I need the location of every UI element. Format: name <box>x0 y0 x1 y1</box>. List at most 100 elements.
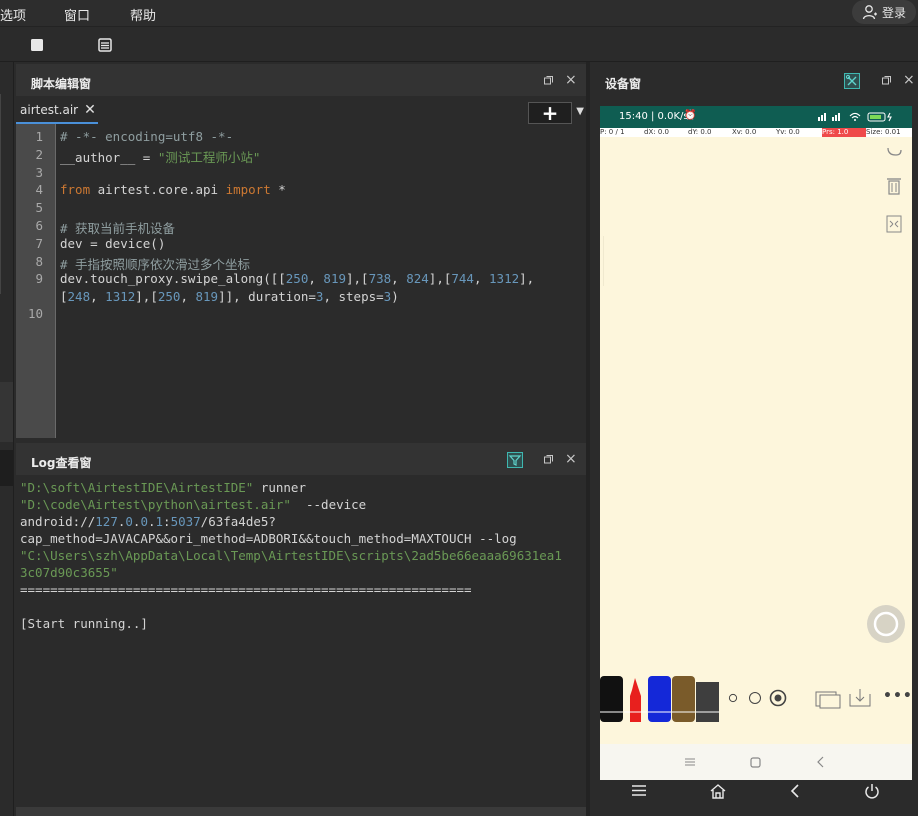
ptr-yv: Yv: 0.0 <box>776 128 800 136</box>
line-number: 8 <box>35 254 43 269</box>
toolbar <box>0 26 918 62</box>
expand-icon[interactable] <box>886 215 902 233</box>
menubar: 选项 窗口 帮助 登录 <box>0 0 918 26</box>
left-dock-strip <box>0 62 14 816</box>
tab-close-icon[interactable]: ✕ <box>84 102 96 118</box>
menu-help[interactable]: 帮助 <box>130 5 156 24</box>
tab-airtest-air[interactable]: airtest.air ✕ <box>16 98 98 124</box>
tab-label: airtest.air <box>20 103 79 117</box>
line-number: 2 <box>35 147 43 162</box>
horizontal-scrollbar[interactable] <box>16 807 586 816</box>
line-number: 7 <box>35 236 43 251</box>
code-line: # -*- encoding=utf8 -*- <box>60 129 234 144</box>
float-icon[interactable] <box>544 455 553 464</box>
ptr-dy: dY: 0.0 <box>688 128 712 136</box>
log-panel-header: Log查看窗 × <box>16 443 586 477</box>
left-dock-tab[interactable] <box>0 382 13 442</box>
ptr-size: Size: 0.01 <box>866 128 901 136</box>
ptr-dx: dX: 0.0 <box>644 128 669 136</box>
float-icon[interactable] <box>882 76 891 85</box>
log-line: [Start running..] <box>20 616 148 631</box>
airtest-ide-window: 选项 窗口 帮助 登录 脚本编辑窗 × airtest.air ✕ + ▼ 1 … <box>0 0 918 816</box>
menu-window[interactable]: 窗口 <box>64 5 90 24</box>
log-line: 3c07d90c3655" <box>20 565 118 580</box>
device-panel-title: 设备窗 <box>605 77 642 91</box>
pen-color-3[interactable] <box>648 676 671 722</box>
pen-color-4[interactable] <box>672 676 695 722</box>
menu-icon[interactable] <box>684 757 696 767</box>
back-icon[interactable] <box>816 756 826 768</box>
log-output[interactable]: "D:\soft\AirtestIDE\AirtestIDE" runner "… <box>16 475 586 807</box>
back-icon[interactable] <box>789 783 801 799</box>
stroke-size-selector[interactable] <box>724 688 790 708</box>
login-button[interactable]: 登录 <box>852 0 916 24</box>
floating-assist-button[interactable] <box>866 604 906 644</box>
code-line: dev.touch_proxy.swipe_along([[250, 819],… <box>60 271 535 286</box>
filter-icon[interactable] <box>507 452 523 468</box>
close-icon[interactable]: × <box>903 72 915 88</box>
log-panel-title: Log查看窗 <box>31 456 92 470</box>
layers-icon[interactable] <box>815 689 841 709</box>
log-line: android://127.0.0.1:5037/63fa4de5? <box>20 514 276 529</box>
more-icon[interactable]: ••• <box>883 688 912 704</box>
undo-icon[interactable] <box>884 142 904 158</box>
close-icon[interactable]: × <box>565 72 577 88</box>
pen-color-5[interactable] <box>696 676 719 722</box>
device-panel-header: 设备窗 × <box>590 64 918 98</box>
pen-color-1[interactable] <box>600 676 623 722</box>
canvas-mark <box>603 236 604 286</box>
tools-icon[interactable] <box>844 73 860 89</box>
close-icon[interactable]: × <box>565 451 577 467</box>
phone-status-bar: 15:40 | 0.0K/s ⏰ <box>600 106 912 128</box>
device-screen[interactable]: 15:40 | 0.0K/s ⏰ P: 0 / 1 dX: 0.0 dY: 0.… <box>600 106 912 780</box>
pointer-location-bar: P: 0 / 1 dX: 0.0 dY: 0.0 Xv: 0.0 Yv: 0.0… <box>600 128 912 137</box>
line-number: 10 <box>27 306 43 321</box>
log-line: ========================================… <box>20 582 472 597</box>
script-panel-title: 脚本编辑窗 <box>31 77 92 91</box>
new-tab-button[interactable]: + <box>528 101 572 125</box>
stop-icon[interactable] <box>30 38 44 52</box>
ptr-p: P: 0 / 1 <box>600 128 625 136</box>
left-dock-tab-dark[interactable] <box>0 450 13 486</box>
line-number: 9 <box>35 271 43 286</box>
log-line: cap_method=JAVACAP&&ori_method=ADBORI&&t… <box>20 531 517 546</box>
home-icon[interactable] <box>709 783 727 799</box>
code-line: # 获取当前手机设备 <box>60 221 176 236</box>
trash-icon[interactable] <box>885 176 903 196</box>
script-editor: airtest.air ✕ + ▼ 1 2 3 4 5 6 7 8 9 10 #… <box>16 96 586 438</box>
line-gutter: 1 2 3 4 5 6 7 8 9 10 <box>16 124 56 438</box>
float-icon[interactable] <box>544 76 553 85</box>
signal-battery-icon <box>818 112 892 122</box>
power-icon[interactable] <box>864 783 880 799</box>
menu-icon[interactable] <box>631 784 647 797</box>
code-line: dev = device() <box>60 236 166 251</box>
code-area[interactable]: 1 2 3 4 5 6 7 8 9 10 # -*- encoding=utf8… <box>16 124 586 438</box>
editor-tabbar: airtest.air ✕ + ▼ <box>16 96 586 125</box>
user-icon <box>862 5 877 20</box>
line-number: 3 <box>35 165 43 180</box>
plus-icon: + <box>541 101 559 125</box>
chevron-down-icon[interactable]: ▼ <box>576 106 584 117</box>
home-square-icon[interactable] <box>750 757 761 768</box>
log-line: "C:\Users\szh\AppData\Local\Temp\Airtest… <box>20 548 562 563</box>
script-panel-header: 脚本编辑窗 × <box>16 64 586 98</box>
alarm-icon: ⏰ <box>684 110 697 121</box>
menu-options[interactable]: 选项 <box>0 5 26 24</box>
login-label: 登录 <box>881 5 906 20</box>
log-list-icon[interactable] <box>98 38 112 52</box>
pen-color-2[interactable] <box>624 676 647 722</box>
code-line: [248, 1312],[250, 819]], duration=3, ste… <box>60 289 399 304</box>
device-control-bar <box>596 780 918 816</box>
log-line: "D:\soft\AirtestIDE\AirtestIDE" runner <box>20 480 306 495</box>
code-line: from airtest.core.api import * <box>60 182 286 197</box>
left-dock-edge <box>0 94 1 294</box>
code-line: __author__ = "测试工程师小站" <box>60 150 261 165</box>
line-number: 6 <box>35 218 43 233</box>
android-nav-bar <box>600 744 912 780</box>
line-number: 5 <box>35 200 43 215</box>
save-download-icon[interactable] <box>848 688 872 708</box>
log-line: "D:\code\Airtest\python\airtest.air" --d… <box>20 497 367 512</box>
status-time: 15:40 | 0.0K/s <box>619 111 689 122</box>
ptr-prs: Prs: 1.0 <box>822 128 866 137</box>
ptr-xv: Xv: 0.0 <box>732 128 757 136</box>
